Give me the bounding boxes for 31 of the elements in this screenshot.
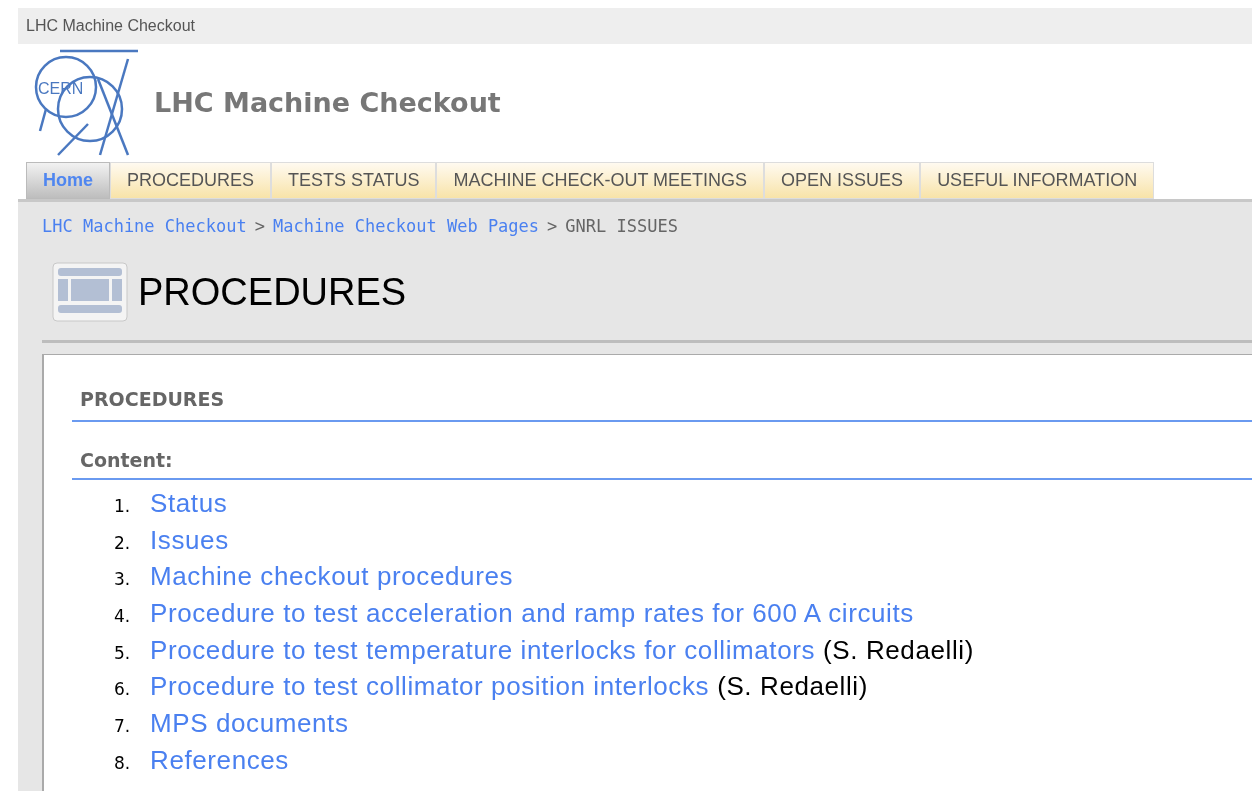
content-link[interactable]: Issues (150, 520, 229, 560)
list-number: 4. (114, 605, 132, 629)
page-icon (52, 262, 128, 322)
breadcrumb-link[interactable]: LHC Machine Checkout (42, 214, 247, 240)
author-note: (S. Redaelli) (717, 670, 868, 704)
nav-tab[interactable]: Home (26, 162, 110, 199)
nav-tab[interactable]: USEFUL INFORMATION (920, 162, 1155, 199)
list-number: 1. (114, 495, 132, 518)
content-link[interactable]: Status (150, 484, 228, 523)
breadcrumb-current: GNRL ISSUES (565, 215, 678, 239)
breadcrumb-link[interactable]: Machine Checkout Web Pages (272, 214, 540, 240)
nav-tab[interactable]: TESTS STATUS (271, 162, 437, 199)
nav-tab[interactable]: PROCEDURES (110, 162, 272, 199)
list-number: 3. (114, 568, 132, 592)
window-title: LHC Machine Checkout (26, 16, 195, 36)
list-number: 5. (114, 641, 132, 665)
site-title: LHC Machine Checkout (154, 85, 501, 120)
author-note: (S. Redaelli) (823, 633, 974, 667)
section-heading: PROCEDURES (72, 385, 1252, 422)
nav-tab[interactable]: MACHINE CHECK-OUT MEETINGS (436, 162, 765, 199)
list-number: 7. (114, 715, 132, 739)
list-number: 2. (114, 531, 132, 555)
breadcrumb-separator: > (254, 215, 265, 239)
list-number: 8. (114, 751, 132, 775)
page-title: PROCEDURES (138, 269, 407, 315)
breadcrumb-separator: > (547, 215, 558, 239)
section-subheading: Content: (72, 445, 1252, 480)
content-link[interactable]: Procedure to test collimator position interlocks (150, 667, 710, 707)
list-number: 6. (114, 678, 132, 702)
nav-tab[interactable]: OPEN ISSUES (764, 162, 921, 199)
content-link[interactable]: Machine checkout procedures (150, 557, 514, 597)
